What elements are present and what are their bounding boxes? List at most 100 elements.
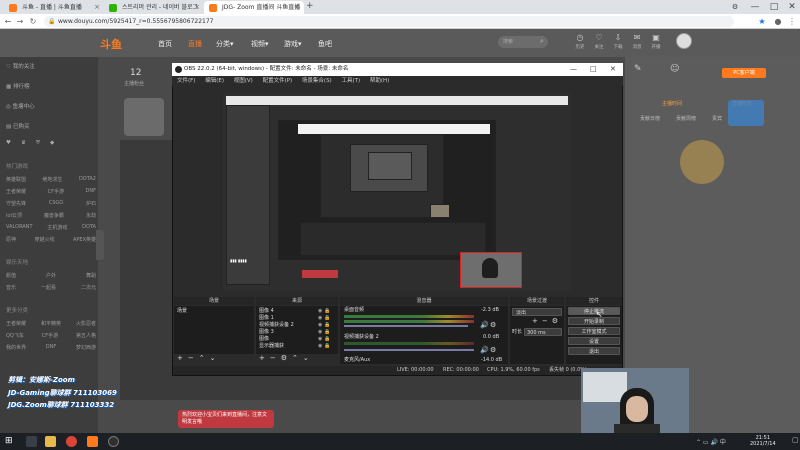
close-tab-icon[interactable]: × [194,1,200,14]
gear-icon[interactable]: ⚙ [490,322,496,329]
move-down-icon[interactable]: ⌄ [303,355,309,362]
obs-maximize-button[interactable]: □ [590,63,597,76]
move-down-icon[interactable]: ⌄ [210,355,216,362]
game-link[interactable]: 穿越火线 [34,236,54,243]
nav-home[interactable]: 首页 [158,39,172,49]
more-link[interactable]: CF手游 [42,332,58,339]
add-transition-icon[interactable]: + [532,318,538,325]
search-icon[interactable]: ⌕ [540,37,544,46]
stop-streaming-button[interactable]: 停止推流 [568,307,620,315]
sidebar-collapse-handle[interactable] [96,230,104,260]
ent-link[interactable]: 户外 [46,272,56,279]
add-source-icon[interactable]: + [259,355,265,362]
game-link[interactable]: DOTA [82,224,96,231]
sidebar-item-purchased[interactable]: ▤ 已购买 [6,122,29,130]
game-link[interactable]: CSGO [49,200,63,207]
download-icon[interactable]: ⇩ [611,33,625,42]
browser-profile-icon[interactable]: ⚙ [725,0,745,14]
add-scene-icon[interactable]: + [177,355,183,362]
pc-client-button[interactable]: PC客户端 [722,68,766,78]
task-view-icon[interactable] [26,436,37,447]
event-badge-icon[interactable] [728,100,764,126]
obs-close-button[interactable]: ✕ [610,63,616,76]
game-link[interactable]: 魔兽争霸 [44,212,64,219]
avatar[interactable] [676,33,692,49]
tab-vip[interactable]: 贵宾 [712,115,722,122]
streamer-avatar[interactable] [124,98,164,136]
gem-icon[interactable]: ◆ [50,140,54,147]
game-link[interactable]: 英雄联盟 [6,176,26,183]
game-link[interactable]: DOTA2 [79,176,96,183]
close-tab-icon[interactable]: × [94,1,100,14]
obs-menu-view[interactable]: 视图(V) [234,78,253,84]
source-visibility-icons[interactable]: ◉ 🔒 ◉ 🔒 ◉ 🔒 ◉ 🔒 ◉ 🔒 ◉ 🔒 [318,308,330,350]
gift-icon[interactable]: ♥ [6,140,11,147]
tab-daily[interactable]: 贡献日榜 [640,115,660,122]
taskbar-clock[interactable]: 21:51 2021/7/14 [750,435,776,447]
speaker-icon[interactable]: 🔊 [480,347,489,354]
windows-start-icon[interactable]: ⊞ [5,436,13,446]
shield-icon[interactable]: ⛨ [36,140,40,147]
game-link[interactable]: 主机游戏 [47,224,67,231]
game-link[interactable]: 绝地求生 [42,176,62,183]
move-up-icon[interactable]: ⌃ [292,355,298,362]
nav-video[interactable]: 视频▾ [251,39,269,49]
game-link[interactable]: 永劫 [86,212,96,219]
nav-live[interactable]: 直播 [188,39,202,49]
browser-tab-active[interactable]: JDG- Zoom 直播间 斗鱼直播 × [204,1,304,14]
edit-icon[interactable]: ✎ [634,64,642,74]
obs-taskbar-icon[interactable] [108,436,119,447]
speaker-icon[interactable]: 🔊 [480,322,489,329]
obs-minimize-button[interactable]: — [570,63,577,76]
gear-icon[interactable]: ⚙ [552,318,558,325]
sidebar-item-following[interactable]: ♡ 我的关注 [6,62,35,70]
volume-slider[interactable] [344,349,474,351]
move-up-icon[interactable]: ⌃ [199,355,205,362]
follow-icon[interactable]: ♡ [592,33,606,42]
browser-tab[interactable]: 斗鱼 - 直播 | 斗鱼直播 × [4,1,104,14]
tray-icons[interactable]: ⌃ ▭ 🔊 中 [696,437,726,446]
studio-mode-button[interactable]: 工作室模式 [568,327,620,335]
game-link[interactable]: 炉石 [86,200,96,207]
forward-icon[interactable]: → [14,14,26,29]
minimize-button[interactable]: — [745,0,765,14]
transition-select[interactable]: 淡出 [512,308,562,316]
obs-menu-scenes[interactable]: 场景集合(S) [302,78,332,84]
file-explorer-icon[interactable] [45,436,56,447]
remove-scene-icon[interactable]: − [188,355,194,362]
back-icon[interactable]: ← [2,14,14,29]
ent-link[interactable]: 颜值 [6,272,16,279]
close-window-button[interactable]: ✕ [782,0,800,14]
remove-transition-icon[interactable]: − [542,318,548,325]
more-link[interactable]: 火影忍者 [76,320,96,327]
nav-category[interactable]: 分类▾ [216,39,234,49]
game-link[interactable]: 王者荣耀 [6,188,26,195]
obs-menu-help[interactable]: 帮助(H) [370,78,389,84]
chrome-icon[interactable] [66,436,77,447]
nav-fishbar[interactable]: 鱼吧 [318,39,332,49]
gear-icon[interactable]: ⚙ [490,347,496,354]
nav-games[interactable]: 游戏▾ [284,39,302,49]
game-link[interactable]: 守望先锋 [6,200,26,207]
source-item[interactable]: 图像 3 [259,329,274,336]
ent-link[interactable]: 一起看 [41,284,56,291]
maximize-button[interactable]: □ [764,0,784,14]
obs-menu-profile[interactable]: 配置文件(P) [263,78,293,84]
obs-menu-tools[interactable]: 工具(T) [341,78,360,84]
ent-link[interactable]: 舞蹈 [86,272,96,279]
reload-icon[interactable]: ↻ [27,14,39,29]
more-link[interactable]: 第五人格 [76,332,96,339]
message-icon[interactable]: ✉ [630,33,644,42]
streamer-time-button[interactable]: 主播时间 [650,99,694,109]
close-tab-icon[interactable]: × [294,1,300,14]
source-item[interactable]: 图像 [259,336,269,343]
game-link[interactable]: VALORANT [6,224,33,231]
account-icon[interactable]: ● [772,14,784,29]
more-link[interactable]: 和平精英 [41,320,61,327]
source-item[interactable]: 图像 1 [259,315,274,322]
broadcast-icon[interactable]: ▣ [649,33,663,42]
crown-icon[interactable]: ♛ [21,140,26,147]
source-settings-icon[interactable]: ⚙ [281,355,287,362]
address-bar[interactable]: 🔒 www.douyu.com/5925417_r=0.555679580672… [44,16,734,27]
obs-menu-edit[interactable]: 编辑(E) [205,78,224,84]
